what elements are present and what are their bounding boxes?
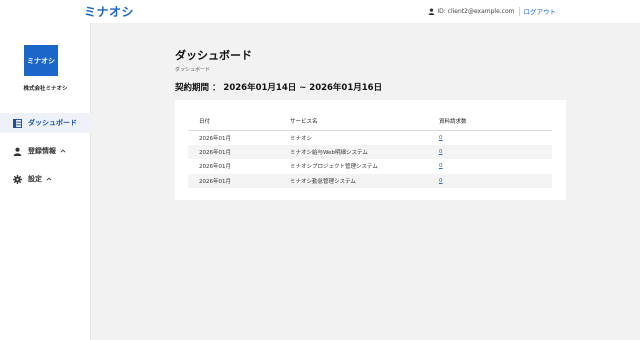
- cell-service: ミナオシプロジェクト管理システム: [290, 164, 378, 171]
- count-link[interactable]: 0: [439, 178, 443, 184]
- column-header-service: サービス名: [279, 113, 428, 131]
- cell-service: ミナオシ勤怠管理システム: [279, 173, 428, 188]
- sidebar: ミナオシ 株式会社ミナオシ ダッシュボード 登録情報 設定: [0, 23, 91, 340]
- sidebar-item-registration[interactable]: 登録情報: [0, 141, 91, 161]
- summary-card: 日付 サービス名 資料請求数 2026年01月 ミナオシ 0 2026年01月 …: [175, 100, 566, 200]
- cell-count: 0: [428, 130, 552, 145]
- table-row: 2026年01月 ミナオシ 0: [188, 130, 552, 145]
- sidebar-item-label: 登録情報: [28, 147, 56, 155]
- sidebar-item-label: 設定: [28, 175, 42, 183]
- company-logo: ミナオシ: [24, 45, 58, 76]
- table-row: 2026年01月 ミナオシ勤怠管理システム 0: [188, 173, 552, 188]
- sidebar-item-label: ダッシュボード: [28, 119, 77, 127]
- service-table: 日付 サービス名 資料請求数 2026年01月 ミナオシ 0 2026年01月 …: [188, 113, 552, 188]
- user-area: ID: client2@example.com ログアウト: [428, 6, 556, 16]
- company-name: 株式会社ミナオシ: [23, 86, 68, 92]
- cell-count: 0: [428, 144, 552, 159]
- cell-date: 2026年01月: [188, 144, 279, 159]
- cell-date: 2026年01月: [188, 173, 279, 188]
- user-icon: [429, 7, 435, 15]
- column-header-count: 資料請求数: [428, 113, 552, 131]
- count-link[interactable]: 0: [439, 163, 443, 169]
- sidebar-item-settings[interactable]: 設定: [0, 169, 91, 189]
- chevron-up-icon: [60, 149, 66, 153]
- app-logo[interactable]: ミナオシ: [84, 3, 134, 20]
- cell-service: ミナオシ: [290, 135, 313, 142]
- cell-count: 0: [428, 173, 552, 188]
- top-header: ミナオシ ID: client2@example.com ログアウト: [0, 0, 640, 23]
- column-header-date: 日付: [188, 113, 279, 131]
- cell-date: 2026年01月: [199, 164, 231, 171]
- cell-date: 2026年01月: [199, 135, 231, 142]
- table-row: 2026年01月 ミナオシプロジェクト管理システム 0: [188, 159, 552, 174]
- count-link[interactable]: 0: [439, 149, 443, 155]
- header-divider: [518, 6, 520, 16]
- table-row: 2026年01月 ミナオシ給与Web明細システム 0: [188, 144, 552, 159]
- page-title: ダッシュボード: [175, 49, 252, 62]
- logout-button[interactable]: ログアウト: [524, 6, 557, 16]
- cell-count: 0: [428, 159, 552, 174]
- gear-icon: [13, 174, 22, 184]
- table-header-row: 日付 サービス名 資料請求数: [188, 113, 552, 131]
- person-icon: [13, 147, 22, 156]
- chevron-up-icon: [46, 177, 52, 181]
- sidebar-item-dashboard[interactable]: ダッシュボード: [0, 113, 91, 133]
- dashboard-icon: [13, 118, 22, 128]
- count-link[interactable]: 0: [439, 135, 443, 141]
- cell-service: ミナオシ給与Web明細システム: [279, 144, 428, 159]
- breadcrumb[interactable]: ダッシュボード: [175, 66, 210, 73]
- user-id-label: ID: client2@example.com: [437, 7, 515, 15]
- contract-period: 契約期間 ： 2026年01月14日 ~ 2026年01月16日: [175, 83, 383, 93]
